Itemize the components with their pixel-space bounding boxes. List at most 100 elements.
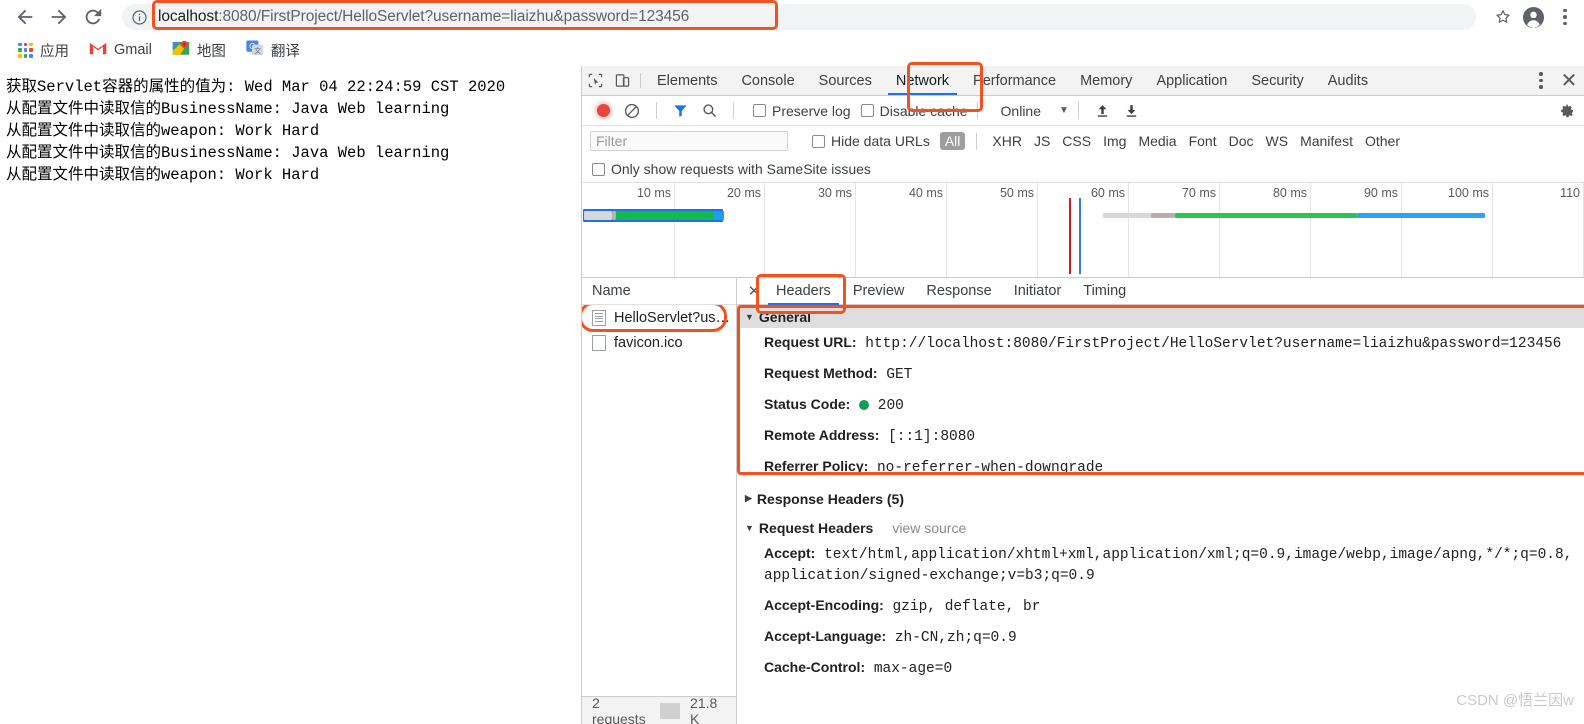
throttle-select-value[interactable]: Online (1001, 103, 1041, 119)
table-row[interactable]: HelloServlet?us… (582, 305, 736, 330)
search-icon[interactable] (695, 96, 724, 126)
status-ok-icon (859, 400, 869, 410)
bookmark-gmail[interactable]: Gmail (81, 38, 160, 62)
device-toolbar-icon[interactable] (609, 66, 636, 95)
blank-file-icon (592, 335, 606, 351)
page-content: 获取Servlet容器的属性的值为: Wed Mar 04 22:24:59 C… (0, 66, 580, 724)
filter-type-font[interactable]: Font (1183, 133, 1223, 149)
filter-type-doc[interactable]: Doc (1223, 133, 1260, 149)
hide-data-urls-checkbox[interactable]: Hide data URLs (812, 133, 930, 149)
field-value: http://localhost:8080/FirstProject/Hello… (865, 336, 1561, 352)
waterfall-bar-request1-download (616, 211, 713, 220)
general-row-request-url: Request URL: http://localhost:8080/First… (737, 328, 1584, 359)
view-source-link[interactable]: view source (892, 520, 966, 536)
overview-tick-label: 40 ms (909, 186, 943, 200)
request-list-column-name[interactable]: Name (582, 278, 736, 305)
bookmark-maps[interactable]: 地图 (164, 36, 234, 64)
chevron-down-icon: ▼ (745, 523, 754, 533)
forward-icon[interactable] (42, 0, 76, 34)
bookmark-translate[interactable]: G文 翻译 (238, 37, 308, 64)
detail-tab-preview[interactable]: Preview (842, 278, 916, 305)
gear-icon[interactable] (1559, 103, 1575, 119)
devtools-close-icon[interactable]: ✕ (1554, 68, 1584, 93)
back-icon[interactable] (8, 0, 42, 34)
field-key: Status Code: (764, 396, 850, 412)
samesite-label: Only show requests with SameSite issues (611, 161, 871, 177)
filter-type-other[interactable]: Other (1359, 133, 1406, 149)
overview-tick-label: 20 ms (727, 186, 761, 200)
star-icon[interactable] (1490, 4, 1516, 30)
field-key: Remote Address: (764, 427, 879, 443)
upload-arrow-icon[interactable] (1088, 96, 1117, 126)
overview-tick-label: 10 ms (637, 186, 671, 200)
devtools-tabbar: Elements Console Sources Network Perform… (582, 66, 1584, 96)
inspect-element-icon[interactable] (582, 66, 609, 95)
general-row-remote-address: Remote Address: [::1]:8080 (737, 421, 1584, 452)
download-arrow-icon[interactable] (1117, 96, 1146, 126)
tab-audits[interactable]: Audits (1316, 66, 1380, 95)
clear-icon[interactable] (617, 96, 647, 126)
field-key: Cache-Control: (764, 659, 865, 675)
info-circle-icon[interactable] (128, 6, 150, 28)
tab-application[interactable]: Application (1144, 66, 1239, 95)
field-value: no-referrer-when-downgrade (877, 460, 1103, 476)
general-row-status-code: Status Code: 200 (737, 390, 1584, 421)
filter-type-img[interactable]: Img (1097, 133, 1132, 149)
hide-data-urls-label: Hide data URLs (831, 133, 930, 149)
checkbox-box[interactable] (592, 163, 605, 176)
filter-type-css[interactable]: CSS (1056, 133, 1097, 149)
tab-security[interactable]: Security (1239, 66, 1315, 95)
filter-type-ws[interactable]: WS (1260, 133, 1295, 149)
request-headers-section-header[interactable]: ▼ Request Headers view source (737, 516, 1584, 539)
close-detail-icon[interactable]: ✕ (743, 282, 765, 300)
table-row[interactable]: favicon.ico (582, 330, 736, 355)
filter-type-manifest[interactable]: Manifest (1294, 133, 1359, 149)
network-overview-timeline[interactable]: 10 ms 20 ms 30 ms 40 ms 50 ms 60 ms 70 m… (582, 182, 1584, 278)
response-headers-title: Response Headers (5) (757, 491, 904, 507)
disable-cache-checkbox[interactable]: Disable cache (861, 103, 968, 119)
request-list-footer: 2 requests 21.8 K (582, 696, 736, 724)
omnibox[interactable]: localhost:8080/FirstProject/HelloServlet… (122, 4, 1476, 30)
response-headers-section-header[interactable]: ▶ Response Headers (5) (737, 487, 1584, 510)
checkbox-box (812, 135, 825, 148)
preserve-log-checkbox[interactable]: Preserve log (753, 103, 851, 119)
filter-type-media[interactable]: Media (1132, 133, 1182, 149)
filter-type-js[interactable]: JS (1028, 133, 1056, 149)
general-section-header[interactable]: ▼ General (737, 305, 1584, 328)
detail-tab-timing[interactable]: Timing (1072, 278, 1137, 305)
detail-tab-headers[interactable]: Headers (765, 278, 842, 305)
detail-tab-response[interactable]: Response (915, 278, 1002, 305)
page-text-line: 从配置文件中读取信的weapon: Work Hard (6, 120, 572, 142)
field-key: Referrer Policy: (764, 458, 868, 474)
filter-funnel-icon[interactable] (666, 96, 695, 126)
tab-console[interactable]: Console (729, 66, 806, 95)
bookmark-label: Gmail (114, 42, 152, 58)
record-stop-icon[interactable] (590, 96, 617, 126)
tab-performance[interactable]: Performance (961, 66, 1068, 95)
overview-tick-label: 50 ms (1000, 186, 1034, 200)
filter-input[interactable]: Filter (590, 131, 788, 151)
detail-tab-initiator[interactable]: Initiator (1003, 278, 1073, 305)
page-text-line: 从配置文件中读取信的BusinessName: Java Web learnin… (6, 98, 572, 120)
request-header-accept-encoding: Accept-Encoding: gzip, deflate, br (737, 591, 1584, 622)
avatar-icon[interactable] (1516, 0, 1550, 34)
tab-memory[interactable]: Memory (1068, 66, 1144, 95)
kebab-menu-icon[interactable] (1550, 0, 1580, 34)
address-bar-url[interactable]: localhost:8080/FirstProject/HelloServlet… (150, 8, 689, 26)
tab-elements[interactable]: Elements (645, 66, 729, 95)
tab-sources[interactable]: Sources (807, 66, 884, 95)
devtools-more-icon[interactable] (1528, 72, 1554, 89)
chevron-down-icon[interactable]: ▼ (1059, 105, 1069, 116)
field-value: [::1]:8080 (888, 429, 975, 445)
network-toolbar: Preserve log Disable cache Online ▼ (582, 96, 1584, 126)
waterfall-bar-request2-receive (1357, 213, 1485, 218)
reload-icon[interactable] (76, 0, 110, 34)
tab-network[interactable]: Network (884, 66, 961, 95)
samesite-filter-row[interactable]: Only show requests with SameSite issues (582, 156, 1584, 182)
filter-type-xhr[interactable]: XHR (986, 133, 1028, 149)
divider (733, 102, 734, 119)
filter-type-all[interactable]: All (940, 132, 966, 150)
bookmark-apps[interactable]: 应用 (10, 37, 77, 64)
checkbox-box (753, 104, 766, 117)
divider (656, 102, 657, 119)
